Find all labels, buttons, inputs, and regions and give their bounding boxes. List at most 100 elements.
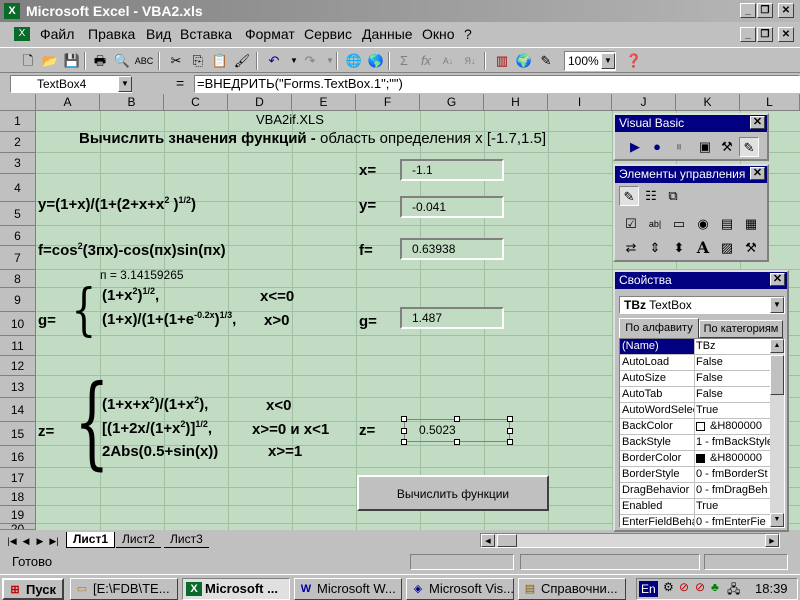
menu-help[interactable]: ? <box>464 26 472 42</box>
menu-window[interactable]: Окно <box>422 26 455 42</box>
column-header[interactable]: H <box>484 94 548 111</box>
workbook-icon[interactable]: X <box>14 27 30 41</box>
start-button[interactable]: ⊞ Пуск <box>2 578 64 600</box>
autosum-icon[interactable]: Σ <box>394 51 414 71</box>
open-icon[interactable]: 📂 <box>40 51 60 71</box>
row-header[interactable]: 2 <box>0 132 36 153</box>
resize-handle[interactable] <box>454 439 460 445</box>
y-textbox[interactable]: -0.041 <box>400 196 504 218</box>
row-header[interactable]: 6 <box>0 226 36 246</box>
g-textbox[interactable]: 1.487 <box>400 307 504 329</box>
save-icon[interactable]: 💾 <box>62 51 82 71</box>
row-header[interactable]: 1 <box>0 111 36 132</box>
property-row[interactable]: EnterFieldBehavior0 - fmEnterFie <box>620 515 770 527</box>
row-header[interactable]: 15 <box>0 422 36 446</box>
taskbar-item-help[interactable]: ▤ Справочни... <box>518 578 626 600</box>
column-header[interactable]: E <box>292 94 356 111</box>
map-icon[interactable]: 🌍 <box>514 51 534 71</box>
sheet-tab-3[interactable]: Лист3 <box>164 532 209 548</box>
row-header[interactable]: 5 <box>0 202 36 226</box>
column-header[interactable]: B <box>100 94 164 111</box>
first-sheet-icon[interactable]: |◀ <box>6 534 18 548</box>
property-row[interactable]: DragBehavior 0 - fmDragBeh <box>620 483 770 499</box>
zoom-select[interactable]: 100% ▼ <box>564 51 616 71</box>
f-textbox[interactable]: 0.63938 <box>400 238 504 260</box>
horizontal-scrollbar[interactable]: ◀ ▶ <box>480 533 780 548</box>
resize-handle[interactable] <box>401 439 407 445</box>
resize-handle[interactable] <box>507 439 513 445</box>
column-header[interactable]: A <box>36 94 100 111</box>
scroll-thumb[interactable] <box>770 355 784 395</box>
row-header[interactable]: 8 <box>0 270 36 288</box>
property-row[interactable]: BackStyle 1 - fmBackStyle <box>620 435 770 451</box>
row-header[interactable]: 9 <box>0 288 36 312</box>
cut-icon[interactable]: ✂ <box>166 51 186 71</box>
property-row[interactable]: (Name) TBz <box>620 339 770 355</box>
row-header[interactable]: 11 <box>0 336 36 356</box>
taskbar-item-explorer[interactable]: ▭ [E:\FDB\TE... <box>70 578 178 600</box>
redo-icon[interactable]: ↷ <box>300 51 320 71</box>
taskbar-item-vb[interactable]: ◈ Microsoft Vis... <box>406 578 514 600</box>
sheet-tab-2[interactable]: Лист2 <box>116 532 161 548</box>
taskbar-item-excel[interactable]: X Microsoft ... <box>182 578 290 600</box>
option-button-icon[interactable]: ◉ <box>693 214 713 234</box>
scroll-right-icon[interactable]: ▶ <box>765 534 779 547</box>
image-icon[interactable]: ▨ <box>717 238 737 258</box>
column-header[interactable]: G <box>420 94 484 111</box>
prev-sheet-icon[interactable]: ◀ <box>20 534 32 548</box>
row-header[interactable]: 19 <box>0 506 36 524</box>
name-box-dropdown-icon[interactable]: ▼ <box>118 76 132 92</box>
office-assistant-icon[interactable]: ❓ <box>624 51 644 71</box>
chevron-down-icon[interactable]: ▼ <box>770 297 784 313</box>
menu-tools[interactable]: Сервис <box>304 26 352 42</box>
scroll-bar-icon[interactable]: ⬍ <box>669 238 689 258</box>
row-header[interactable]: 12 <box>0 356 36 376</box>
restore-button[interactable]: ❐ <box>757 3 773 18</box>
excel-icon[interactable]: X <box>4 3 20 19</box>
tray-icon[interactable]: ♣ <box>711 580 719 594</box>
property-row[interactable]: AutoWordSelect True <box>620 403 770 419</box>
toggle-button-icon[interactable]: ⇄ <box>621 238 641 258</box>
resize-handle[interactable] <box>507 428 513 434</box>
paste-icon[interactable]: 📋 <box>210 51 230 71</box>
list-box-icon[interactable]: ▤ <box>717 214 737 234</box>
tab-alphabetic[interactable]: По алфавиту <box>619 318 699 338</box>
column-header[interactable]: C <box>164 94 228 111</box>
language-indicator[interactable]: En <box>639 581 658 597</box>
scroll-thumb[interactable] <box>497 534 517 547</box>
compute-functions-button[interactable]: Вычислить функции <box>357 475 549 511</box>
menu-data[interactable]: Данные <box>362 26 413 42</box>
copy-icon[interactable]: ⎘ <box>188 51 208 71</box>
vb-editor-icon[interactable]: ▣ <box>695 137 715 157</box>
label-icon[interactable]: A <box>693 238 713 258</box>
vb-toolbar-close-button[interactable]: ✕ <box>750 116 765 129</box>
property-row[interactable]: BorderStyle 0 - fmBorderSt <box>620 467 770 483</box>
scroll-left-icon[interactable]: ◀ <box>481 534 495 547</box>
row-header[interactable]: 13 <box>0 376 36 398</box>
format-painter-icon[interactable]: 🖌 <box>232 51 252 71</box>
checkbox-icon[interactable]: ☑ <box>621 214 641 234</box>
pause-icon[interactable]: ⏸ <box>669 137 689 157</box>
run-macro-icon[interactable]: ▶ <box>625 137 645 157</box>
property-row[interactable]: AutoLoad False <box>620 355 770 371</box>
spelling-icon[interactable]: ABC <box>134 51 154 71</box>
row-header[interactable]: 18 <box>0 488 36 506</box>
column-header[interactable]: K <box>676 94 740 111</box>
row-header[interactable]: 16 <box>0 446 36 468</box>
controls-toolbar-close-button[interactable]: ✕ <box>750 167 765 180</box>
column-header[interactable]: I <box>548 94 612 111</box>
menu-insert[interactable]: Вставка <box>180 26 232 42</box>
chevron-down-icon[interactable]: ▼ <box>601 53 615 69</box>
property-row[interactable]: AutoTab False <box>620 387 770 403</box>
menu-view[interactable]: Вид <box>146 26 171 42</box>
object-select[interactable]: TBz TextBox ▼ <box>619 296 785 314</box>
row-header[interactable]: 10 <box>0 312 36 336</box>
property-row[interactable]: BorderColor &H800000 <box>620 451 770 467</box>
drawing-icon[interactable]: ✎ <box>536 51 556 71</box>
name-box[interactable]: TextBox4 <box>10 75 132 93</box>
tray-icon[interactable]: ⊘ <box>679 580 689 594</box>
menu-file[interactable]: Файл <box>40 26 74 42</box>
more-controls-icon[interactable]: ⚒ <box>741 238 761 258</box>
column-header[interactable]: F <box>356 94 420 111</box>
tray-icon[interactable]: 🖧 <box>727 580 740 600</box>
